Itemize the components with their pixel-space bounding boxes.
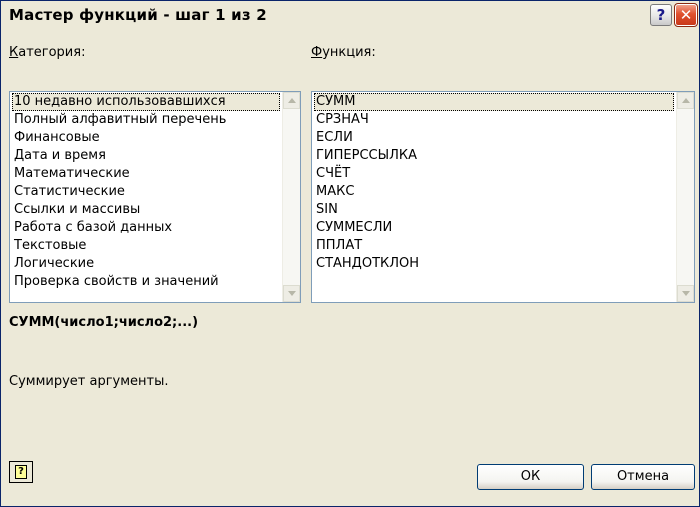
arrow-down-icon <box>287 291 296 296</box>
category-list-item[interactable]: 10 недавно использовавшихся <box>12 93 280 111</box>
function-scroll-down-button[interactable] <box>677 285 694 302</box>
help-icon: ? <box>15 465 27 479</box>
function-list-item[interactable]: СТАНДОТКЛОН <box>314 255 674 273</box>
function-list-item[interactable]: МАКС <box>314 183 674 201</box>
category-scroll-up-button[interactable] <box>283 92 300 109</box>
function-label-accesskey: Ф <box>311 45 323 60</box>
question-icon: ? <box>656 6 666 24</box>
category-list-item[interactable]: Дата и время <box>12 147 280 165</box>
function-wizard-dialog: Мастер функций - шаг 1 из 2 ? ✕ Категори… <box>0 0 700 507</box>
category-list-item[interactable]: Статистические <box>12 183 280 201</box>
title-close-button[interactable]: ✕ <box>674 3 698 27</box>
title-help-button[interactable]: ? <box>650 4 672 26</box>
function-list-item[interactable]: СУММЕСЛИ <box>314 219 674 237</box>
category-list-item[interactable]: Ссылки и массивы <box>12 201 280 219</box>
function-label-text: ункция: <box>322 45 376 60</box>
category-label: Категория: <box>9 45 85 60</box>
function-scroll-up-button[interactable] <box>677 92 694 109</box>
category-list-item[interactable]: Финансовые <box>12 129 280 147</box>
help-button[interactable]: ? <box>9 461 33 483</box>
arrow-down-icon <box>681 291 690 296</box>
category-list-item[interactable]: Логические <box>12 255 280 273</box>
arrow-up-icon <box>681 98 690 103</box>
function-listbox[interactable]: СУММ СРЗНАЧ ЕСЛИ ГИПЕРССЫЛКА СЧЁТ МАКС SIN СУММ… <box>311 91 695 303</box>
category-scrollbar[interactable] <box>282 92 300 302</box>
category-label-accesskey: К <box>9 45 19 60</box>
window-title: Мастер функций - шаг 1 из 2 <box>9 6 267 24</box>
title-bar[interactable]: Мастер функций - шаг 1 из 2 ? ✕ <box>1 1 699 33</box>
function-list: СУММ СРЗНАЧ ЕСЛИ ГИПЕРССЫЛКА СЧЁТ МАКС SIN СУММ… <box>314 93 674 273</box>
category-label-text: атегория: <box>18 45 86 60</box>
arrow-up-icon <box>287 98 296 103</box>
function-list-item[interactable]: ГИПЕРССЫЛКА <box>314 147 674 165</box>
function-syntax: СУММ(число1;число2;...) <box>9 315 199 330</box>
function-list-item[interactable]: SIN <box>314 201 674 219</box>
function-list-item[interactable]: СЧЁТ <box>314 165 674 183</box>
category-list-item[interactable]: Текстовые <box>12 237 280 255</box>
category-listbox[interactable]: 10 недавно использовавшихся Полный алфави… <box>9 91 301 303</box>
category-list-item[interactable]: Полный алфавитный перечень <box>12 111 280 129</box>
category-list-item[interactable]: Математические <box>12 165 280 183</box>
category-list-item[interactable]: Проверка свойств и значений <box>12 273 280 291</box>
function-list-item[interactable]: СУММ <box>314 93 674 111</box>
ok-button[interactable]: ОК <box>477 464 584 490</box>
function-description: Суммирует аргументы. <box>9 374 169 389</box>
function-scrollbar[interactable] <box>676 92 694 302</box>
function-list-item[interactable]: СРЗНАЧ <box>314 111 674 129</box>
cancel-button[interactable]: Отмена <box>591 464 695 490</box>
function-list-item[interactable]: ЕСЛИ <box>314 129 674 147</box>
function-list-item[interactable]: ППЛАТ <box>314 237 674 255</box>
category-list: 10 недавно использовавшихся Полный алфави… <box>12 93 280 291</box>
close-icon: ✕ <box>679 6 693 24</box>
category-scroll-down-button[interactable] <box>283 285 300 302</box>
function-label: Функция: <box>311 45 376 60</box>
category-list-item[interactable]: Работа с базой данных <box>12 219 280 237</box>
